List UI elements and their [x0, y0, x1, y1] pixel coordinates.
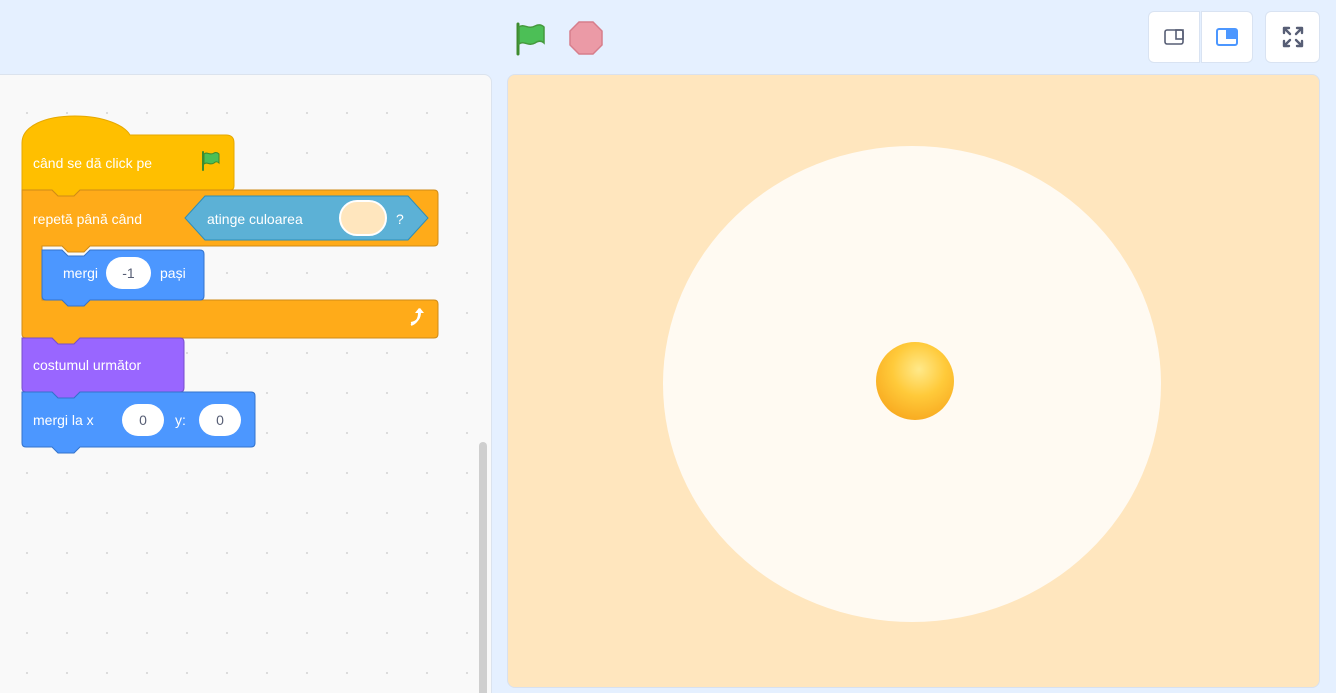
move-label: mergi: [63, 265, 99, 281]
green-flag-icon: [516, 22, 545, 56]
goto-x-label: mergi la x: [33, 412, 94, 428]
fullscreen-button[interactable]: [1265, 11, 1320, 63]
green-flag-icon: [202, 151, 220, 171]
small-stage-button[interactable]: [1148, 11, 1200, 63]
repeat-until-label: repetă până când: [33, 211, 142, 227]
small-stage-icon: [1164, 29, 1184, 45]
normal-stage-button[interactable]: [1201, 11, 1253, 63]
steps-input[interactable]: -1: [106, 257, 151, 289]
stage-canvas[interactable]: [507, 74, 1320, 688]
touching-color-label: atinge culoarea: [207, 211, 303, 227]
x-input[interactable]: 0: [122, 404, 164, 436]
stop-icon: [569, 21, 603, 55]
y-input[interactable]: 0: [199, 404, 241, 436]
loop-arrow-icon: [405, 305, 427, 329]
stop-button[interactable]: [567, 19, 605, 57]
fullscreen-icon: [1282, 26, 1303, 48]
steps-suffix: pași: [160, 265, 186, 281]
normal-stage-icon: [1216, 28, 1238, 46]
next-costume-label: costumul următor: [33, 357, 142, 373]
script-blocks: [21, 115, 439, 454]
color-swatch[interactable]: [339, 200, 387, 236]
hat-block-label: când se dă click pe: [33, 155, 153, 171]
ball-sprite[interactable]: [876, 342, 954, 420]
green-flag-button[interactable]: [511, 18, 551, 58]
code-area-scrollbar[interactable]: [479, 442, 487, 693]
goto-y-label: y:: [175, 412, 186, 428]
condition-question-mark: ?: [396, 211, 404, 227]
